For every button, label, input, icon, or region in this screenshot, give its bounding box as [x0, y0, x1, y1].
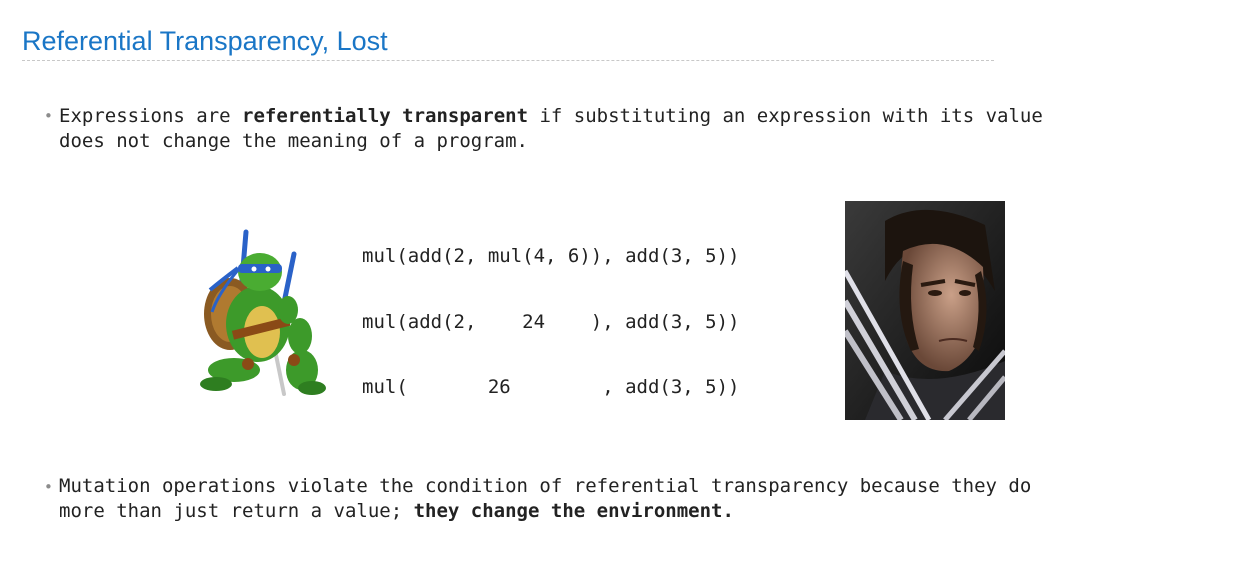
code-expression-step-2: mul( 26 , add(3, 5)) [362, 376, 740, 398]
title-divider [22, 60, 994, 61]
bullet-line: Expressions are referentially transparen… [59, 104, 1043, 129]
ninja-turtle-image [200, 229, 326, 396]
bullet-mutation: • Mutation operations violate the condit… [44, 474, 1031, 524]
bullet-line: Mutation operations violate the conditio… [59, 475, 1032, 497]
bold-term: referentially transparent [242, 105, 529, 127]
code-expression-original: mul(add(2, mul(4, 6)), add(3, 5)) [362, 245, 740, 267]
page-title: Referential Transparency, Lost [22, 26, 388, 56]
bullet-line: does not change the meaning of a program… [59, 130, 528, 152]
bullet-dot-icon: • [44, 478, 53, 496]
bold-term: they change the environment. [413, 500, 734, 522]
bullet-line: more than just return a value; they chan… [59, 499, 1031, 524]
wolverine-photo [845, 201, 1005, 420]
bullet-text: Mutation operations violate the conditio… [59, 474, 1031, 524]
code-expression-step-1: mul(add(2, 24 ), add(3, 5)) [362, 311, 740, 333]
bullet-referential-transparency: • Expressions are referentially transpar… [44, 104, 1043, 154]
bullet-dot-icon: • [44, 107, 53, 125]
bullet-text: Expressions are referentially transparen… [59, 104, 1043, 154]
text-run: if substituting an expression with its v… [528, 105, 1043, 127]
text-run: more than just return a value; [59, 500, 414, 522]
text-run: Expressions are [59, 105, 243, 127]
